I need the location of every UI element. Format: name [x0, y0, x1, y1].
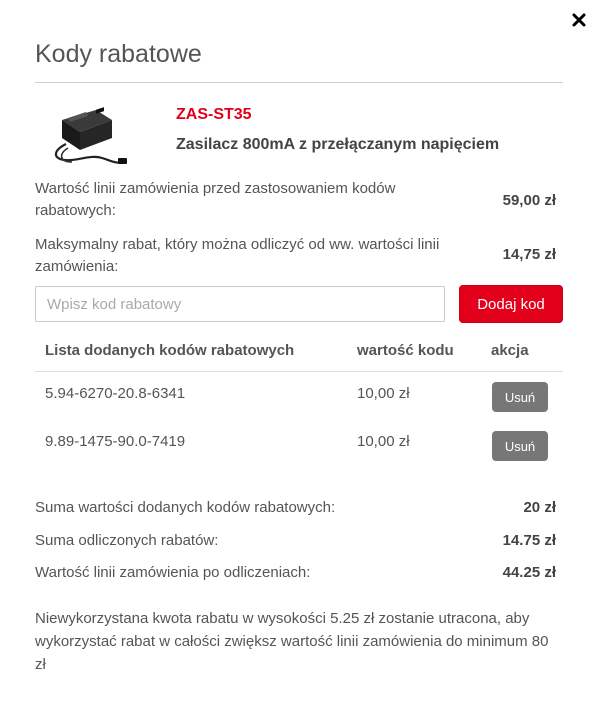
discount-code-input[interactable]	[35, 286, 445, 322]
close-icon[interactable]	[571, 12, 587, 28]
max-discount-label: Maksymalny rabat, który można odliczyć o…	[35, 236, 440, 275]
power-adapter-image	[46, 104, 130, 170]
max-discount-row: Maksymalny rabat, który można odliczyć o…	[35, 234, 556, 278]
codes-header-action: akcja	[491, 342, 529, 359]
value-after-row: Wartość linii zamówienia po odliczeniach…	[35, 562, 556, 584]
sum-discounts-label: Suma odliczonych rabatów:	[35, 532, 219, 549]
value-before-row: Wartość linii zamówienia przed zastosowa…	[35, 178, 556, 222]
product-name: Zasilacz 800mA z przełączanym napięciem	[176, 136, 500, 153]
codes-header-value: wartość kodu	[357, 342, 454, 359]
sum-discounts-row: Suma odliczonych rabatów: 14.75 zł	[35, 530, 556, 552]
code-cell: 5.94-6270-20.8-6341	[45, 385, 186, 402]
sum-discounts-amount: 14.75 zł	[502, 532, 556, 549]
code-value-cell: 10,00 zł	[357, 433, 410, 450]
dialog-title: Kody rabatowe	[35, 40, 202, 68]
sum-codes-label: Suma wartości dodanych kodów rabatowych:	[35, 499, 336, 516]
unused-discount-note: Niewykorzystana kwota rabatu w wysokości…	[35, 610, 549, 673]
sum-codes-amount: 20 zł	[523, 499, 556, 516]
table-divider	[35, 371, 563, 372]
remove-code-button[interactable]: Usuń	[492, 382, 548, 412]
product-sku: ZAS-ST35	[176, 106, 252, 123]
max-discount-amount: 14,75 zł	[502, 246, 556, 263]
value-after-amount: 44.25 zł	[502, 564, 556, 581]
codes-header-code: Lista dodanych kodów rabatowych	[45, 342, 295, 359]
remove-code-button[interactable]: Usuń	[492, 431, 548, 461]
value-after-label: Wartość linii zamówienia po odliczeniach…	[35, 564, 311, 581]
add-code-button[interactable]: Dodaj kod	[459, 285, 563, 323]
code-value-cell: 10,00 zł	[357, 385, 410, 402]
value-before-label: Wartość linii zamówienia przed zastosowa…	[35, 180, 396, 219]
code-cell: 9.89-1475-90.0-7419	[45, 433, 186, 450]
sum-codes-row: Suma wartości dodanych kodów rabatowych:…	[35, 497, 556, 519]
value-before-amount: 59,00 zł	[502, 192, 556, 209]
title-divider	[35, 82, 563, 83]
